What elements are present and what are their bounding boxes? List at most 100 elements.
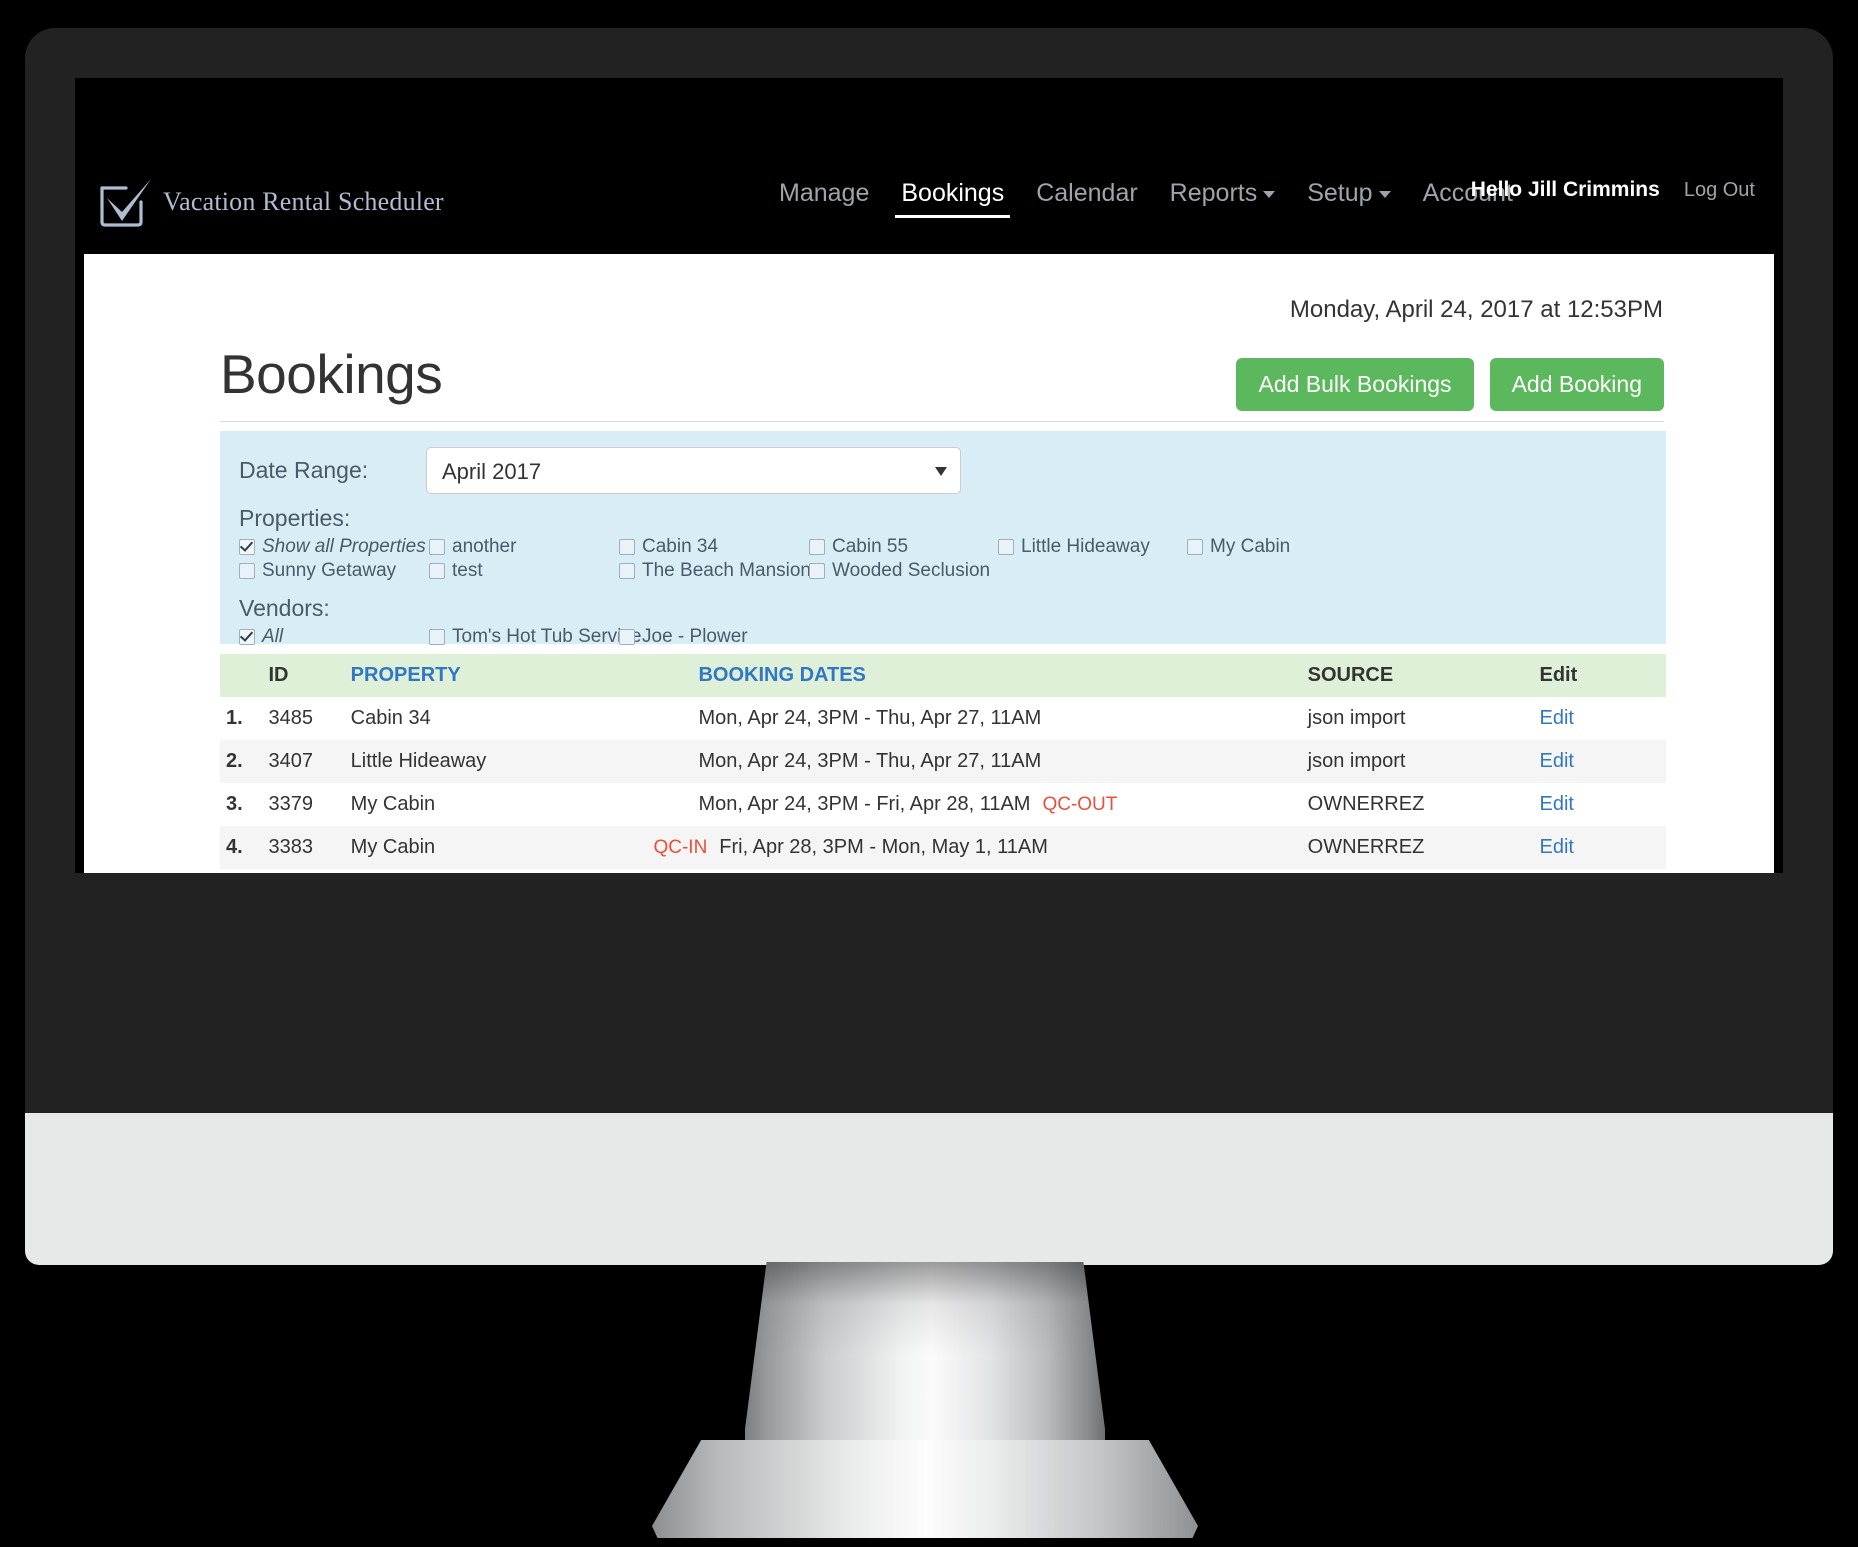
user-area: Hello Jill Crimmins Log Out [1471,178,1755,202]
row-edit-link[interactable]: Edit [1540,836,1574,858]
checkbox-icon[interactable] [1187,539,1203,555]
property-checkbox-my-cabin[interactable]: My Cabin [1187,535,1387,559]
row-property: My Cabin [350,793,436,815]
nav-label: Manage [779,179,870,207]
row-id: 3430 [268,869,350,873]
column-header-index [220,654,269,697]
nav-label: Reports [1169,179,1258,207]
table-header: ID PROPERTY BOOKING DATES SOURCE Edit [220,654,1666,697]
main-nav: Manage Bookings Calendar Reports Setup A… [763,173,1529,224]
row-property: My Cabin [350,836,436,858]
app-header: Vacation Rental Scheduler Manage Booking… [75,78,1783,254]
chevron-down-icon [935,467,947,476]
checkbox-icon[interactable] [239,629,255,645]
brand-name: Vacation Rental Scheduler [163,187,444,216]
checkbox-label: All [262,626,284,647]
checkbox-icon[interactable] [998,539,1014,555]
checkbox-label: The Beach Mansion [642,560,811,581]
checkbox-label: Cabin 34 [642,536,719,557]
user-greeting: Hello Jill Crimmins [1470,178,1660,201]
row-source: json import [1307,750,1406,772]
checkbox-icon[interactable] [239,563,255,579]
date-range-value: April 2017 [442,459,542,484]
brand-logo[interactable]: Vacation Rental Scheduler [98,176,444,228]
app-screen: Vacation Rental Scheduler Manage Booking… [75,78,1783,873]
title-divider [220,421,1664,422]
row-edit-link[interactable]: Edit [1540,793,1574,815]
monitor-chin [25,1113,1833,1265]
table-row[interactable]: 4. 3383 My Cabin QC-IN Fri, Apr 28, 3PM … [220,826,1666,869]
row-source: OWNERREZ [1307,836,1425,858]
checkbox-icon[interactable] [429,629,445,645]
row-property: Cabin 34 [350,707,431,729]
filters-panel: Date Range: April 2017 Properties: Show … [220,431,1666,647]
table-row[interactable]: 2. 3407 Little Hideaway Mon, Apr 24, 3PM… [220,740,1666,783]
checkbox-icon[interactable] [809,539,825,555]
checkbox-icon[interactable] [619,539,635,555]
checkbox-icon[interactable] [429,563,445,579]
row-source: json import [1307,707,1406,729]
logout-link[interactable]: Log Out [1684,179,1755,202]
checkbox-label: Cabin 55 [832,536,909,557]
row-id: 3407 [268,750,313,772]
property-checkbox-cabin-34[interactable]: Cabin 34 [619,535,809,559]
row-booking-dates: Mon, Apr 24, 3PM - Thu, Apr 27, 11AM [698,869,1307,873]
property-checkbox-test[interactable]: test [429,559,619,583]
nav-item-calendar[interactable]: Calendar [1020,173,1153,224]
checkbox-label: Sunny Getaway [262,560,397,581]
property-checkbox-wooded-seclusion[interactable]: Wooded Seclusion [809,559,998,583]
vendors-label: Vendors: [239,595,330,621]
page-body: Monday, April 24, 2017 at 12:53PM Bookin… [84,254,1774,873]
vendor-checkbox-all[interactable]: All [239,625,429,649]
checkbox-icon[interactable] [809,563,825,579]
nav-label: Bookings [901,179,1005,207]
row-dates-text: Mon, Apr 24, 3PM - Thu, Apr 27, 11AM [698,707,1042,729]
date-range-select[interactable]: April 2017 [426,447,961,494]
property-checkbox-cabin-55[interactable]: Cabin 55 [809,535,998,559]
checkbox-icon[interactable] [619,629,635,645]
vendor-checkbox-joe-plower[interactable]: Joe - Plower [619,625,869,649]
table-row[interactable]: 1. 3485 Cabin 34 Mon, Apr 24, 3PM - Thu,… [220,697,1666,740]
row-edit-link[interactable]: Edit [1540,707,1574,729]
column-header-property[interactable]: PROPERTY [350,654,699,697]
monitor-mockup: Vacation Rental Scheduler Manage Booking… [0,0,1858,1547]
row-dates-text: Mon, Apr 24, 3PM - Fri, Apr 28, 11AM [698,793,1031,815]
row-index: 5. [220,869,268,873]
chevron-down-icon [1378,190,1391,198]
row-qc-in-flag: QC-IN [653,837,708,858]
checkbox-icon[interactable] [429,539,445,555]
table-row[interactable]: 5. 3430 The Beach Mansion Mon, Apr 24, 3… [220,869,1666,873]
checkbox-icon[interactable] [239,539,255,555]
property-checkbox-show-all[interactable]: Show all Properties [239,535,429,559]
checkbox-label: Joe - Plower [642,626,748,647]
row-edit-link[interactable]: Edit [1540,750,1574,772]
row-qc-out-flag: QC-OUT [1042,794,1118,815]
row-source: OWNERREZ [1307,793,1425,815]
row-property: The Beach Mansion [351,869,699,873]
property-checkbox-little-hideaway[interactable]: Little Hideaway [998,535,1187,559]
table-row[interactable]: 3. 3379 My Cabin Mon, Apr 24, 3PM - Fri,… [220,783,1666,826]
properties-label: Properties: [239,505,351,531]
column-header-booking-dates[interactable]: BOOKING DATES [698,654,1308,697]
nav-item-reports[interactable]: Reports [1154,173,1292,224]
add-booking-button[interactable]: Add Booking [1489,358,1664,411]
nav-item-manage[interactable]: Manage [763,173,885,224]
property-checkbox-sunny-getaway[interactable]: Sunny Getaway [239,559,429,583]
row-id: 3379 [268,793,313,815]
current-datetime: Monday, April 24, 2017 at 12:53PM [1289,296,1663,323]
page-action-buttons: Add Bulk Bookings Add Booking [1236,358,1664,411]
nav-item-setup[interactable]: Setup [1291,173,1406,224]
date-range-label: Date Range: [239,457,369,483]
chevron-down-icon [1263,190,1276,198]
property-checkbox-the-beach-mansion[interactable]: The Beach Mansion [619,559,811,583]
add-bulk-bookings-button[interactable]: Add Bulk Bookings [1236,358,1474,411]
nav-label: Setup [1307,179,1373,207]
row-index: 3. [226,793,243,815]
row-dates-text: Mon, Apr 24, 3PM - Thu, Apr 27, 11AM [698,750,1042,772]
checkbox-icon[interactable] [619,563,635,579]
table-body: 1. 3485 Cabin 34 Mon, Apr 24, 3PM - Thu,… [220,697,1666,873]
property-checkbox-another[interactable]: another [429,535,619,559]
vendor-checkbox-toms-hot-tub-service[interactable]: Tom's Hot Tub Service [429,625,641,649]
checkbox-label: Little Hideaway [1021,536,1150,557]
nav-item-bookings[interactable]: Bookings [885,173,1020,224]
